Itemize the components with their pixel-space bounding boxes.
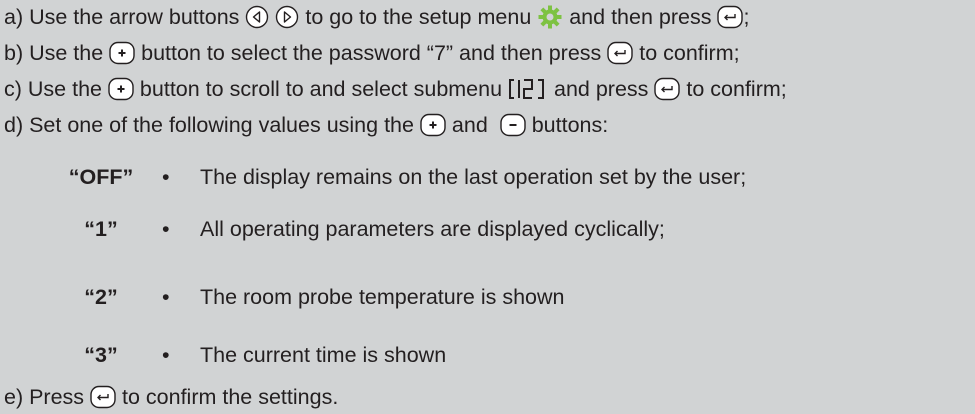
option-bullet: •	[162, 217, 170, 241]
step-c: c) Use the button to scroll to and selec…	[4, 74, 787, 104]
step-a-text-4: and then press	[563, 5, 718, 29]
option-key: “1”	[84, 217, 118, 241]
step-b: b) Use the button to select the password…	[4, 38, 740, 68]
step-a-text-1: a) Use the arrow buttons	[4, 5, 246, 29]
step-e-text-2: to confirm the settings.	[116, 385, 339, 409]
step-a-text-3: to go to the setup menu	[299, 5, 538, 29]
minus-button-icon	[500, 113, 526, 137]
gear-icon	[537, 4, 563, 30]
step-c-text-3: and press	[548, 77, 655, 101]
option-bullet: •	[162, 343, 170, 367]
plus-button-icon	[420, 113, 446, 137]
step-c-text-2: button to scroll to and select submenu	[133, 77, 509, 101]
step-d-text-1: d) Set one of the following values using…	[4, 113, 420, 137]
plus-button-icon	[108, 77, 134, 101]
step-e-text-1: e) Press	[4, 385, 91, 409]
enter-button-icon	[90, 385, 116, 409]
step-e: e) Press to confirm the settings.	[4, 382, 338, 412]
step-c-text-1: c) Use the	[4, 77, 108, 101]
option-key: “OFF”	[68, 165, 134, 189]
plus-button-icon	[109, 41, 135, 65]
step-b-text-1: b) Use the	[4, 41, 110, 65]
option-bullet: •	[162, 165, 170, 189]
enter-button-icon	[717, 5, 744, 29]
step-a: a) Use the arrow buttons to go to the se…	[4, 2, 749, 32]
enter-button-icon	[607, 41, 633, 65]
option-text: All operating parameters are displayed c…	[200, 217, 665, 241]
option-text: The current time is shown	[200, 343, 447, 367]
option-key: “2”	[84, 285, 118, 309]
submenu-c12-icon	[508, 77, 548, 101]
step-b-text-3: to confirm;	[633, 41, 740, 65]
enter-button-icon	[654, 77, 681, 101]
option-key: “3”	[84, 343, 118, 367]
step-b-text-2: button to select the password “7” and th…	[135, 41, 608, 65]
right-arrow-button-icon	[275, 5, 299, 29]
step-a-text-5: ;	[743, 5, 750, 29]
step-c-text-4: to confirm;	[680, 77, 787, 101]
left-arrow-button-icon	[245, 5, 269, 29]
step-d: d) Set one of the following values using…	[4, 110, 608, 140]
step-d-text-3: buttons:	[525, 113, 609, 137]
option-text: The display remains on the last operatio…	[200, 165, 747, 189]
option-bullet: •	[162, 285, 170, 309]
step-d-text-2: and	[445, 113, 500, 137]
option-text: The room probe temperature is shown	[200, 285, 565, 309]
